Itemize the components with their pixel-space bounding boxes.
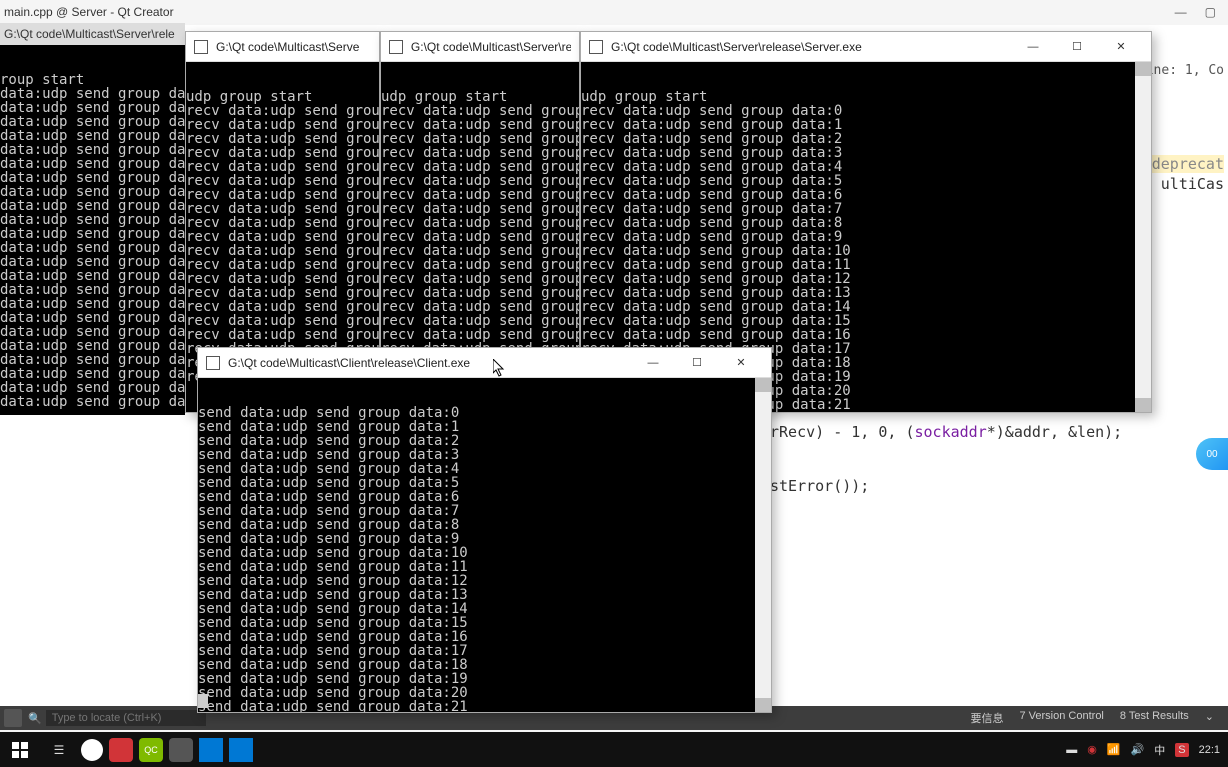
console-window-server-1: roup start data:udp send group data:0 da… bbox=[0, 45, 185, 415]
console-body[interactable]: roup start data:udp send group data:0 da… bbox=[0, 45, 185, 415]
taskbar-app[interactable] bbox=[169, 738, 193, 762]
volume-icon[interactable]: 🔊 bbox=[1131, 743, 1145, 756]
console-title: G:\Qt code\Multicast\Client\release\Clie… bbox=[228, 356, 470, 370]
maximize-button[interactable]: ☐ bbox=[675, 349, 719, 377]
locator-icon[interactable] bbox=[4, 709, 22, 727]
status-item[interactable]: 8 Test Results bbox=[1120, 710, 1189, 726]
minimize-button[interactable]: — bbox=[1011, 33, 1055, 61]
code-warn: deprecat bbox=[1152, 155, 1224, 173]
console-titlebar[interactable]: G:\Qt code\Multicast\Serve bbox=[186, 32, 379, 62]
console-title: G:\Qt code\Multicast\Serve bbox=[216, 40, 359, 54]
recording-time: 00 bbox=[1206, 449, 1217, 460]
wifi-icon[interactable]: 📶 bbox=[1107, 743, 1121, 756]
system-tray: ▬ ◉ 📶 🔊 中 S 22:1 bbox=[1066, 742, 1228, 758]
code-line: rRecv) - 1, 0, (sockaddr*)&addr, &len); bbox=[770, 423, 1122, 441]
minimize-button[interactable]: — bbox=[1175, 5, 1187, 19]
locator-input[interactable] bbox=[46, 710, 206, 726]
console-text: roup start data:udp send group data:0 da… bbox=[0, 73, 185, 409]
status-item[interactable]: 7 Version Control bbox=[1020, 710, 1104, 726]
taskbar-app-qtcreator[interactable]: QC bbox=[139, 738, 163, 762]
windows-logo-icon bbox=[12, 742, 28, 758]
task-view-button[interactable]: ☰ bbox=[43, 736, 75, 764]
taskbar: ☰ QC ▬ ◉ 📶 🔊 中 S 22:1 bbox=[0, 732, 1228, 767]
scrollbar-track[interactable] bbox=[755, 378, 771, 712]
taskbar-app-console[interactable] bbox=[229, 738, 253, 762]
terminal-cursor bbox=[198, 694, 208, 708]
qt-path-bar[interactable]: G:\Qt code\Multicast\Server\rele bbox=[0, 23, 185, 45]
taskbar-app-chrome[interactable] bbox=[81, 739, 103, 761]
qtcreator-titlebar[interactable]: main.cpp @ Server - Qt Creator — ▢ bbox=[0, 0, 1228, 23]
ime-indicator[interactable]: 中 bbox=[1154, 742, 1165, 758]
tray-icon[interactable]: S bbox=[1175, 743, 1188, 757]
console-titlebar[interactable]: G:\Qt code\Multicast\Client\release\Clie… bbox=[198, 348, 771, 378]
minimize-button[interactable]: — bbox=[631, 349, 675, 377]
tray-icon[interactable]: ▬ bbox=[1066, 744, 1077, 756]
maximize-button[interactable]: ☐ bbox=[1055, 33, 1099, 61]
scroll-up-button[interactable] bbox=[755, 378, 771, 392]
recording-badge[interactable]: 00 bbox=[1196, 438, 1228, 470]
window-controls: — ☐ ✕ bbox=[1011, 33, 1143, 61]
console-app-icon bbox=[194, 40, 208, 54]
clock[interactable]: 22:1 bbox=[1199, 744, 1220, 756]
console-text: send data:udp send group data:0 send dat… bbox=[198, 406, 771, 712]
console-title: G:\Qt code\Multicast\Server\release\Serv… bbox=[611, 40, 862, 54]
close-button[interactable]: ✕ bbox=[719, 349, 763, 377]
qtcreator-title: main.cpp @ Server - Qt Creator bbox=[4, 5, 174, 19]
scrollbar-track[interactable] bbox=[1135, 62, 1151, 412]
console-title: G:\Qt code\Multicast\Server\re bbox=[411, 40, 571, 54]
path-text: G:\Qt code\Multicast\Server\rele bbox=[4, 27, 175, 41]
console-window-client: G:\Qt code\Multicast\Client\release\Clie… bbox=[197, 347, 772, 713]
scroll-up-button[interactable] bbox=[1135, 62, 1151, 76]
console-text: udp group start recv data:udp send group… bbox=[186, 90, 379, 384]
console-titlebar[interactable]: G:\Qt code\Multicast\Server\release\Serv… bbox=[581, 32, 1151, 62]
qtcreator-window-controls: — ▢ bbox=[1175, 5, 1224, 19]
start-button[interactable] bbox=[0, 732, 40, 767]
code-line: ultiCas bbox=[1161, 175, 1224, 193]
tray-icon[interactable]: ◉ bbox=[1087, 743, 1097, 756]
code-line: stError()); bbox=[770, 477, 869, 495]
console-titlebar[interactable]: G:\Qt code\Multicast\Server\re bbox=[381, 32, 579, 62]
search-icon: 🔍 bbox=[28, 712, 42, 725]
taskbar-app-console[interactable] bbox=[199, 738, 223, 762]
scroll-down-button[interactable] bbox=[1135, 398, 1151, 412]
scroll-down-button[interactable] bbox=[755, 698, 771, 712]
console-text: udp group start recv data:udp send group… bbox=[381, 90, 579, 384]
close-button[interactable]: ✕ bbox=[1099, 33, 1143, 61]
window-controls: — ☐ ✕ bbox=[631, 349, 763, 377]
maximize-button[interactable]: ▢ bbox=[1205, 5, 1216, 19]
status-item[interactable]: 要信息 bbox=[971, 710, 1004, 726]
console-app-icon bbox=[389, 40, 403, 54]
console-app-icon bbox=[206, 356, 220, 370]
taskbar-app[interactable] bbox=[109, 738, 133, 762]
chevron-icon[interactable]: ⌄ bbox=[1205, 710, 1214, 726]
console-body[interactable]: send data:udp send group data:0 send dat… bbox=[198, 378, 771, 712]
console-app-icon bbox=[589, 40, 603, 54]
